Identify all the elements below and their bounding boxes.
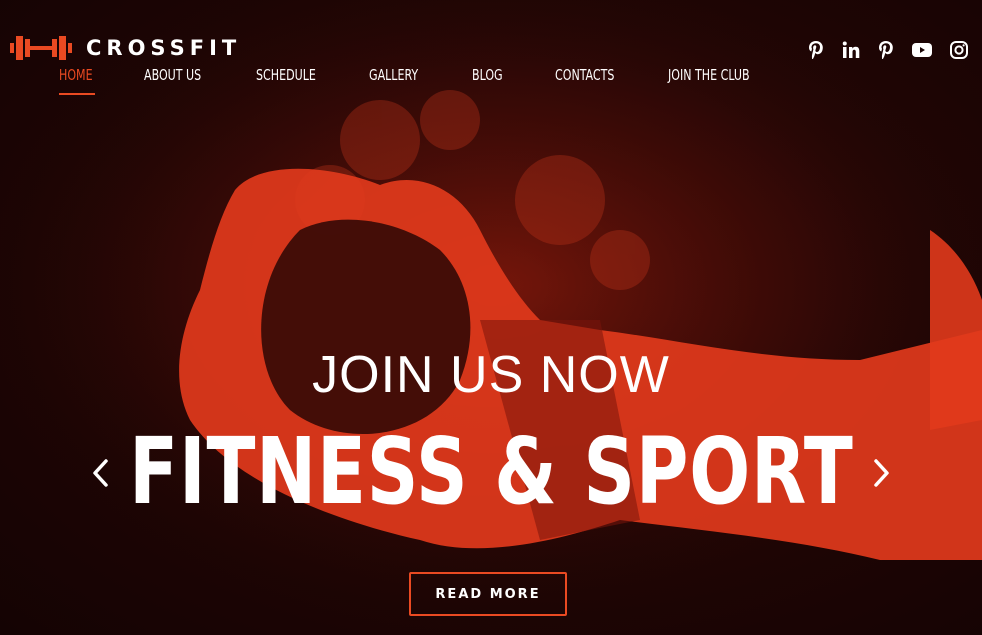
hero-headline: FITNESS & SPORT: [0, 418, 982, 525]
nav-item-about-us[interactable]: ABOUT US: [144, 66, 201, 84]
chevron-left-icon[interactable]: [86, 455, 116, 491]
instagram-icon[interactable]: [947, 38, 971, 62]
nav-item-schedule[interactable]: SCHEDULE: [256, 66, 316, 84]
brand-name: CROSSFIT: [86, 36, 242, 60]
hero-slider: CROSSFIT HOME ABOUT US SCHEDULE GALLERY …: [0, 0, 982, 635]
nav-item-home[interactable]: HOME: [59, 66, 93, 84]
nav-item-blog[interactable]: BLOG: [472, 66, 503, 84]
nav-item-contacts[interactable]: CONTACTS: [555, 66, 614, 84]
brand-logo[interactable]: CROSSFIT: [10, 33, 241, 63]
youtube-icon[interactable]: [910, 38, 934, 62]
nav-item-join-the-club[interactable]: JOIN THE CLUB: [668, 66, 750, 84]
pinterest-icon[interactable]: [874, 38, 898, 62]
barbell-icon: [10, 36, 72, 60]
nav-item-gallery[interactable]: GALLERY: [369, 66, 418, 84]
chevron-right-icon[interactable]: [866, 455, 896, 491]
hero-kicker: JOIN US NOW: [312, 346, 670, 404]
nav-active-indicator: [59, 93, 95, 95]
hero-headline-text: FITNESS & SPORT: [128, 418, 854, 525]
read-more-button[interactable]: READ MORE: [409, 572, 567, 616]
hero-background-image: [0, 0, 982, 635]
pinterest-icon[interactable]: [804, 38, 828, 62]
linkedin-icon[interactable]: [839, 38, 863, 62]
